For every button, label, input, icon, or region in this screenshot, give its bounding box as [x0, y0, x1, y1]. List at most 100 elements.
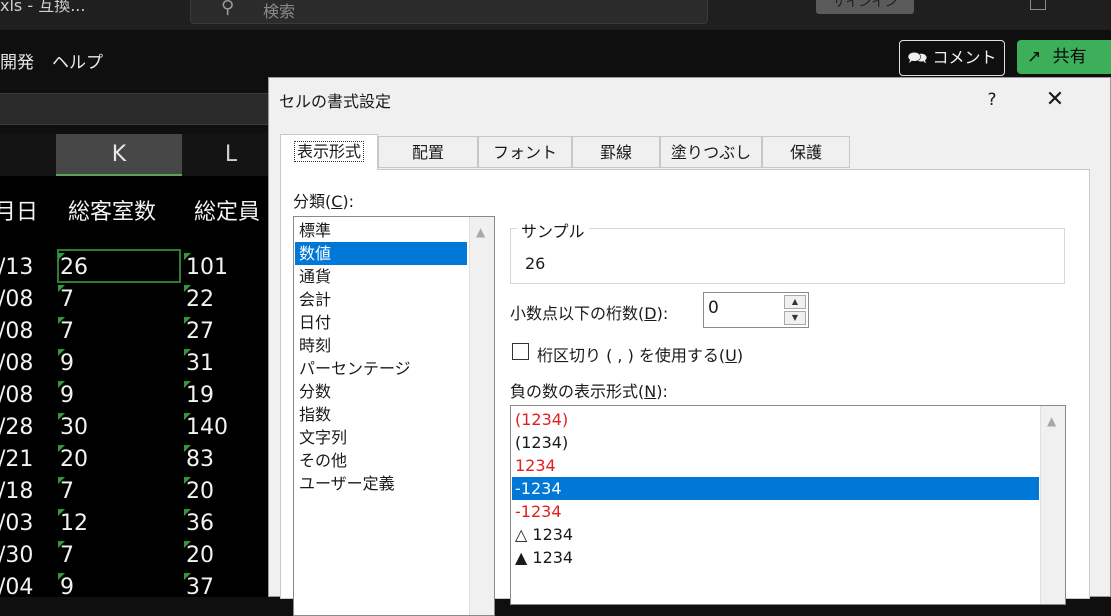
cell-date[interactable]: /08 — [0, 350, 33, 378]
error-indicator-icon — [58, 381, 65, 388]
error-indicator-icon — [184, 381, 191, 388]
format-cells-dialog: セルの書式設定 ? ✕ 表示形式 配置 フォント 罫線 塗りつぶし 保護 分類(… — [268, 77, 1111, 616]
category-label: 分類(C): — [293, 192, 355, 211]
menu-help[interactable]: ヘルプ — [52, 48, 103, 73]
thousands-separator-label[interactable]: 桁区切り ( , ) を使用する(U) — [537, 342, 743, 366]
cell-date[interactable]: /08 — [0, 382, 33, 410]
tab-font[interactable]: フォント — [478, 136, 572, 168]
category-list[interactable]: 標準 数値 通貨 会計 日付 時刻 パーセンテージ 分数 指数 文字列 その他 ユーザー定義 ▲ — [293, 216, 495, 616]
decimal-places-spinner[interactable]: 0 ▲ ▼ — [703, 292, 809, 328]
close-icon: ✕ — [1045, 87, 1065, 112]
sample-group — [510, 228, 1065, 284]
comment-label: コメント — [932, 48, 997, 67]
header-date[interactable]: 月日 — [0, 194, 38, 226]
decimal-places-label: 小数点以下の桁数(D): — [510, 304, 669, 323]
negative-format-item[interactable]: (1234) — [512, 431, 1039, 454]
close-button[interactable]: ✕ — [1037, 86, 1073, 114]
scroll-up-icon[interactable]: ▲ — [1047, 414, 1056, 428]
cell-date[interactable]: /28 — [0, 414, 33, 442]
error-indicator-icon — [58, 541, 65, 548]
negative-format-item[interactable]: 1234 — [512, 454, 1039, 477]
file-name[interactable]: xls - 互換... — [0, 0, 85, 16]
error-indicator-icon — [184, 541, 191, 548]
cell-date[interactable]: /18 — [0, 478, 33, 506]
sample-value: 26 — [525, 254, 546, 273]
column-header-l[interactable]: L — [182, 134, 280, 176]
cell-date[interactable]: /08 — [0, 286, 33, 314]
tab-alignment[interactable]: 配置 — [378, 136, 478, 168]
share-button[interactable]: ↗ 共有 — [1017, 40, 1111, 74]
dialog-title: セルの書式設定 — [279, 92, 392, 111]
cell-date[interactable]: /21 — [0, 446, 33, 474]
decimal-places-input[interactable]: 0 — [708, 298, 719, 318]
comment-icon: 🗪 — [907, 48, 928, 67]
restore-window-icon[interactable] — [1030, 0, 1046, 10]
negative-numbers-label: 負の数の表示形式(N): — [510, 382, 668, 401]
menu-developer[interactable]: 開発 — [0, 48, 34, 73]
cell-total-capacity[interactable]: 140 — [186, 414, 228, 442]
error-indicator-icon — [58, 573, 65, 580]
category-item[interactable]: 時刻 — [295, 334, 467, 357]
category-item[interactable]: パーセンテージ — [295, 357, 467, 380]
error-indicator-icon — [58, 477, 65, 484]
thousands-separator-checkbox[interactable] — [512, 343, 529, 360]
negative-format-item[interactable]: △ 1234 — [512, 523, 1039, 546]
sample-label: サンプル — [517, 218, 589, 242]
error-indicator-icon — [184, 509, 191, 516]
category-scrollbar[interactable]: ▲ — [469, 217, 494, 615]
help-button[interactable]: ? — [977, 86, 1007, 114]
cell-total-capacity[interactable]: 101 — [186, 254, 228, 282]
category-item[interactable]: 指数 — [295, 403, 467, 426]
error-indicator-icon — [58, 253, 65, 260]
error-indicator-icon — [58, 349, 65, 356]
cell-date[interactable]: /03 — [0, 510, 33, 538]
cell-date[interactable]: /08 — [0, 318, 33, 346]
negative-format-item[interactable]: -1234 — [512, 500, 1039, 523]
error-indicator-icon — [184, 573, 191, 580]
spin-up-icon[interactable]: ▲ — [784, 295, 806, 309]
header-total-capacity[interactable]: 総定員 — [194, 194, 260, 226]
tab-protection[interactable]: 保護 — [762, 136, 850, 168]
tab-border[interactable]: 罫線 — [572, 136, 660, 168]
category-item[interactable]: 数値 — [295, 242, 467, 265]
category-item[interactable]: 標準 — [295, 219, 467, 242]
error-indicator-icon — [184, 317, 191, 324]
tab-fill[interactable]: 塗りつぶし — [660, 136, 762, 168]
column-header-k[interactable]: K — [56, 134, 182, 176]
error-indicator-icon — [58, 285, 65, 292]
comment-button[interactable]: 🗪 コメント — [899, 40, 1005, 76]
negative-format-list[interactable]: (1234) (1234) 1234 -1234 -1234 △ 1234 ▲ 1234 ▲ — [510, 405, 1066, 605]
error-indicator-icon — [184, 445, 191, 452]
tab-number[interactable]: 表示形式 — [280, 134, 378, 170]
error-indicator-icon — [184, 349, 191, 356]
signin-button[interactable]: サインイン — [816, 0, 914, 14]
header-total-rooms[interactable]: 総客室数 — [68, 194, 156, 226]
error-indicator-icon — [184, 413, 191, 420]
error-indicator-icon — [184, 253, 191, 260]
negative-list-scrollbar[interactable]: ▲ — [1040, 406, 1065, 604]
scroll-up-icon[interactable]: ▲ — [476, 225, 485, 239]
worksheet-grid[interactable]: 月日 総客室数 総定員 /13 26 101/08 7 22/08 7 27/08 9 31/0… — [0, 176, 270, 600]
cell-date[interactable]: /30 — [0, 542, 33, 570]
negative-format-item[interactable]: (1234) — [512, 408, 1039, 431]
category-item[interactable]: その他 — [295, 449, 467, 472]
category-item[interactable]: 会計 — [295, 288, 467, 311]
cell-date[interactable]: /04 — [0, 574, 33, 602]
spin-down-icon[interactable]: ▼ — [784, 311, 806, 325]
category-item[interactable]: 日付 — [295, 311, 467, 334]
error-indicator-icon — [58, 445, 65, 452]
search-box[interactable]: ⚲ 検索 — [190, 0, 708, 24]
negative-format-item[interactable]: ▲ 1234 — [512, 546, 1039, 569]
negative-format-item[interactable]: -1234 — [512, 477, 1039, 500]
error-indicator-icon — [58, 509, 65, 516]
category-item[interactable]: 通貨 — [295, 265, 467, 288]
share-icon: ↗ — [1027, 47, 1042, 67]
error-indicator-icon — [184, 285, 191, 292]
share-label: 共有 — [1052, 47, 1087, 67]
category-item[interactable]: 文字列 — [295, 426, 467, 449]
category-item[interactable]: ユーザー定義 — [295, 472, 467, 495]
excel-title-bar: xls - 互換... ⚲ 検索 サインイン — [0, 0, 1111, 30]
category-item[interactable]: 分数 — [295, 380, 467, 403]
cell-date[interactable]: /13 — [0, 254, 33, 282]
error-indicator-icon — [184, 477, 191, 484]
